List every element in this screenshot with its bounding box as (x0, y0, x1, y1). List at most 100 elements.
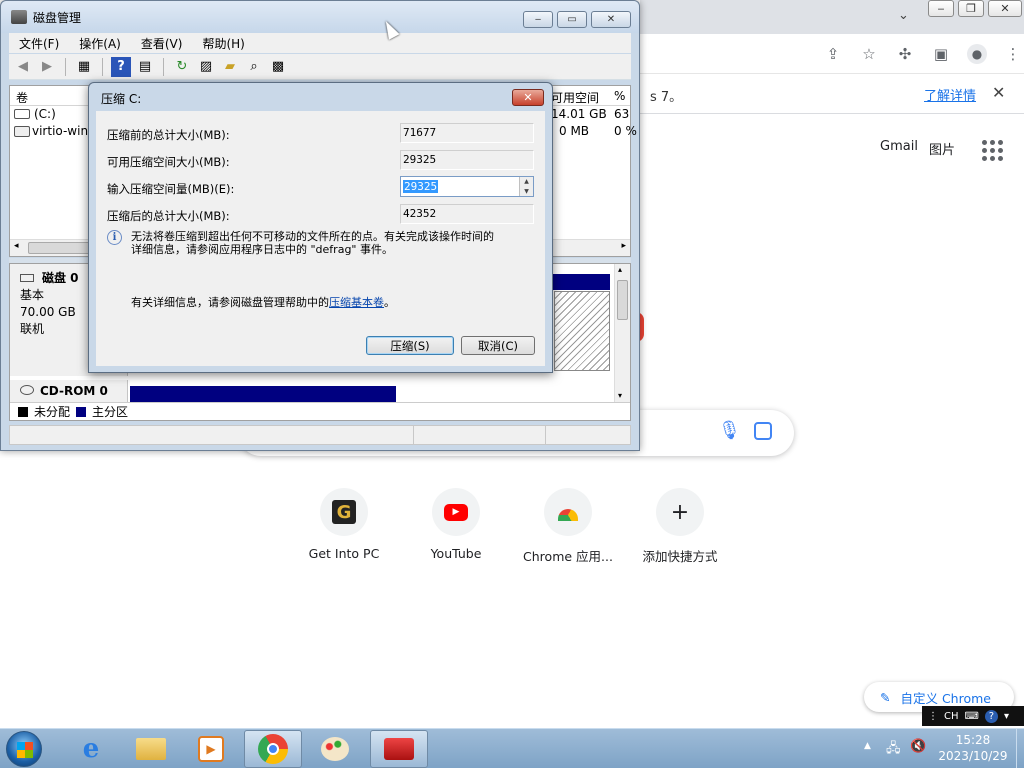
total-after-label: 压缩后的总计大小(MB): (107, 209, 230, 223)
shortcut-youtube[interactable]: ▶ YouTube (400, 488, 512, 565)
ime-grip-icon: ⋮ (928, 710, 938, 722)
chrome-icon (258, 734, 288, 764)
more-icon[interactable]: ⋮ (1000, 41, 1024, 67)
legend-swatch-unallocated (18, 406, 28, 417)
voice-search-icon[interactable]: 🎙 (718, 420, 741, 441)
close-button[interactable]: ✕ (591, 11, 631, 28)
plus-icon: + (670, 499, 690, 525)
volume-muted-icon[interactable]: 🔇 (910, 739, 926, 754)
pencil-icon: ✎ (880, 689, 891, 705)
vertical-scrollbar[interactable]: ▴ ▾ (614, 264, 630, 402)
menu-help[interactable]: 帮助(H) (192, 35, 254, 52)
lens-search-icon[interactable] (754, 422, 772, 440)
ime-options-icon[interactable]: ▾ (1004, 711, 1009, 722)
legend-unallocated: 未分配 (34, 405, 71, 419)
show-hidden-icons-icon[interactable]: ▲ (864, 741, 871, 751)
scroll-left-icon[interactable]: ◂ (14, 241, 19, 251)
volume-free: 14.01 GB (551, 107, 607, 121)
clock[interactable]: 15:28 2023/10/29 (930, 732, 1016, 764)
extensions-icon[interactable]: ✣ (892, 41, 918, 67)
help-prefix: 有关详细信息，请参阅磁盘管理帮助中的 (131, 296, 329, 309)
scroll-right-icon[interactable]: ▸ (621, 241, 626, 251)
show-desktop-button[interactable] (1016, 729, 1024, 768)
window-title-bar[interactable]: 磁盘管理 ‒ ▭ ✕ (1, 1, 639, 33)
volume-name: virtio-win- (32, 124, 93, 138)
partition-c-block[interactable] (554, 291, 610, 371)
shortcut-chrome-apps[interactable]: Chrome 应用... (512, 488, 624, 565)
dialog-title-bar[interactable]: 压缩 C: ✕ (89, 83, 552, 111)
column-percent[interactable]: % (614, 89, 625, 103)
customize-label: 自定义 Chrome (900, 690, 991, 706)
learn-more-link[interactable]: 了解详情 (924, 85, 976, 104)
clock-time: 15:28 (955, 733, 991, 747)
shrink-amount-stepper[interactable]: ▲ ▼ (519, 177, 533, 196)
back-icon[interactable]: ◀ (13, 57, 33, 77)
search-icon[interactable]: ⌕ (244, 57, 264, 77)
legend-swatch-primary (76, 406, 87, 417)
chrome-restore-button[interactable]: ❐ (958, 0, 984, 17)
shortcut-add[interactable]: + 添加快捷方式 (624, 488, 736, 565)
cdrom-label[interactable]: CD-ROM 0 (10, 380, 128, 402)
chrome-minimize-button[interactable]: ‒ (928, 0, 954, 17)
console-tree-icon[interactable]: ▦ (74, 57, 94, 77)
menu-action[interactable]: 操作(A) (69, 35, 131, 52)
spin-up-icon[interactable]: ▲ (524, 178, 529, 185)
maximize-button[interactable]: ▭ (557, 11, 587, 28)
show-pane-icon[interactable]: ▤ (135, 57, 155, 77)
gmail-link[interactable]: Gmail (880, 139, 918, 154)
help-icon[interactable]: ? (111, 56, 131, 77)
start-button[interactable] (6, 731, 42, 767)
forward-icon[interactable]: ▶ (37, 57, 57, 77)
taskbar-ie[interactable]: e (62, 730, 120, 768)
dialog-body: 压缩前的总计大小(MB): 71677 可用压缩空间大小(MB): 29325 … (96, 111, 545, 366)
taskbar-disk-management[interactable] (370, 730, 428, 768)
ime-language[interactable]: CH (944, 711, 959, 722)
infobar-close-icon[interactable]: ✕ (992, 83, 1005, 102)
refresh-icon[interactable]: ↻ (172, 57, 192, 77)
minimize-button[interactable]: ‒ (523, 11, 553, 28)
dialog-close-button[interactable]: ✕ (512, 89, 544, 106)
star-icon[interactable]: ☆ (856, 41, 882, 67)
shortcut-label: Chrome 应用... (523, 549, 613, 564)
ime-toolbar[interactable]: ⋮ CH ⌨ ? ▾ (922, 706, 1024, 726)
menu-bar: 文件(F) 操作(A) 查看(V) 帮助(H) (9, 33, 631, 53)
scroll-down-icon[interactable]: ▾ (618, 391, 622, 400)
taskbar-explorer[interactable] (122, 730, 180, 768)
shortcut-getintopc[interactable]: G Get Into PC (288, 488, 400, 565)
cancel-button[interactable]: 取消(C) (461, 336, 535, 355)
taskbar-chrome[interactable] (244, 730, 302, 768)
column-free-space[interactable]: 可用空间 (551, 89, 599, 106)
taskbar-paint[interactable] (306, 730, 364, 768)
open-folder-icon[interactable]: ▰ (220, 57, 240, 77)
keyboard-icon[interactable]: ⌨ (965, 711, 979, 722)
spin-down-icon[interactable]: ▼ (524, 188, 529, 195)
tab-search-icon[interactable]: ⌄ (898, 8, 909, 23)
shrink-amount-value: 29325 (403, 180, 439, 193)
menu-view[interactable]: 查看(V) (131, 35, 193, 52)
scroll-up-icon[interactable]: ▴ (618, 265, 622, 274)
images-link[interactable]: 图片 (929, 139, 955, 158)
menu-file[interactable]: 文件(F) (9, 35, 69, 52)
scroll-thumb[interactable] (617, 280, 628, 320)
profile-icon[interactable]: ● (964, 41, 990, 67)
youtube-icon: ▶ (444, 503, 468, 521)
disk-settings-icon[interactable]: ▩ (268, 57, 288, 77)
ime-help-icon[interactable]: ? (984, 709, 998, 723)
sidebar-icon[interactable]: ▣ (928, 41, 954, 67)
properties-icon[interactable]: ▨ (196, 57, 216, 77)
network-icon[interactable]: 🖧 (886, 739, 901, 761)
total-after-value: 42352 (400, 204, 534, 224)
cdrom-partition-bar[interactable] (130, 386, 396, 402)
column-volume[interactable]: 卷 (16, 89, 28, 106)
shrink-basic-volume-link[interactable]: 压缩基本卷 (329, 296, 384, 309)
chrome-close-button[interactable]: ✕ (988, 0, 1022, 17)
infobar-text: s 7。 (650, 90, 683, 105)
taskbar-media-player[interactable]: ▶ (182, 730, 240, 768)
apps-grid-icon[interactable] (982, 140, 1003, 161)
share-icon[interactable]: ⇪ (820, 41, 846, 67)
shrink-amount-input[interactable]: 29325 ▲ ▼ (400, 176, 534, 197)
toolbar: ◀ ▶ ▦ ? ▤ ↻ ▨ ▰ ⌕ ▩ (9, 54, 631, 80)
legend: 未分配 主分区 (10, 402, 630, 420)
explorer-icon (136, 738, 166, 760)
shrink-button[interactable]: 压缩(S) (366, 336, 454, 355)
